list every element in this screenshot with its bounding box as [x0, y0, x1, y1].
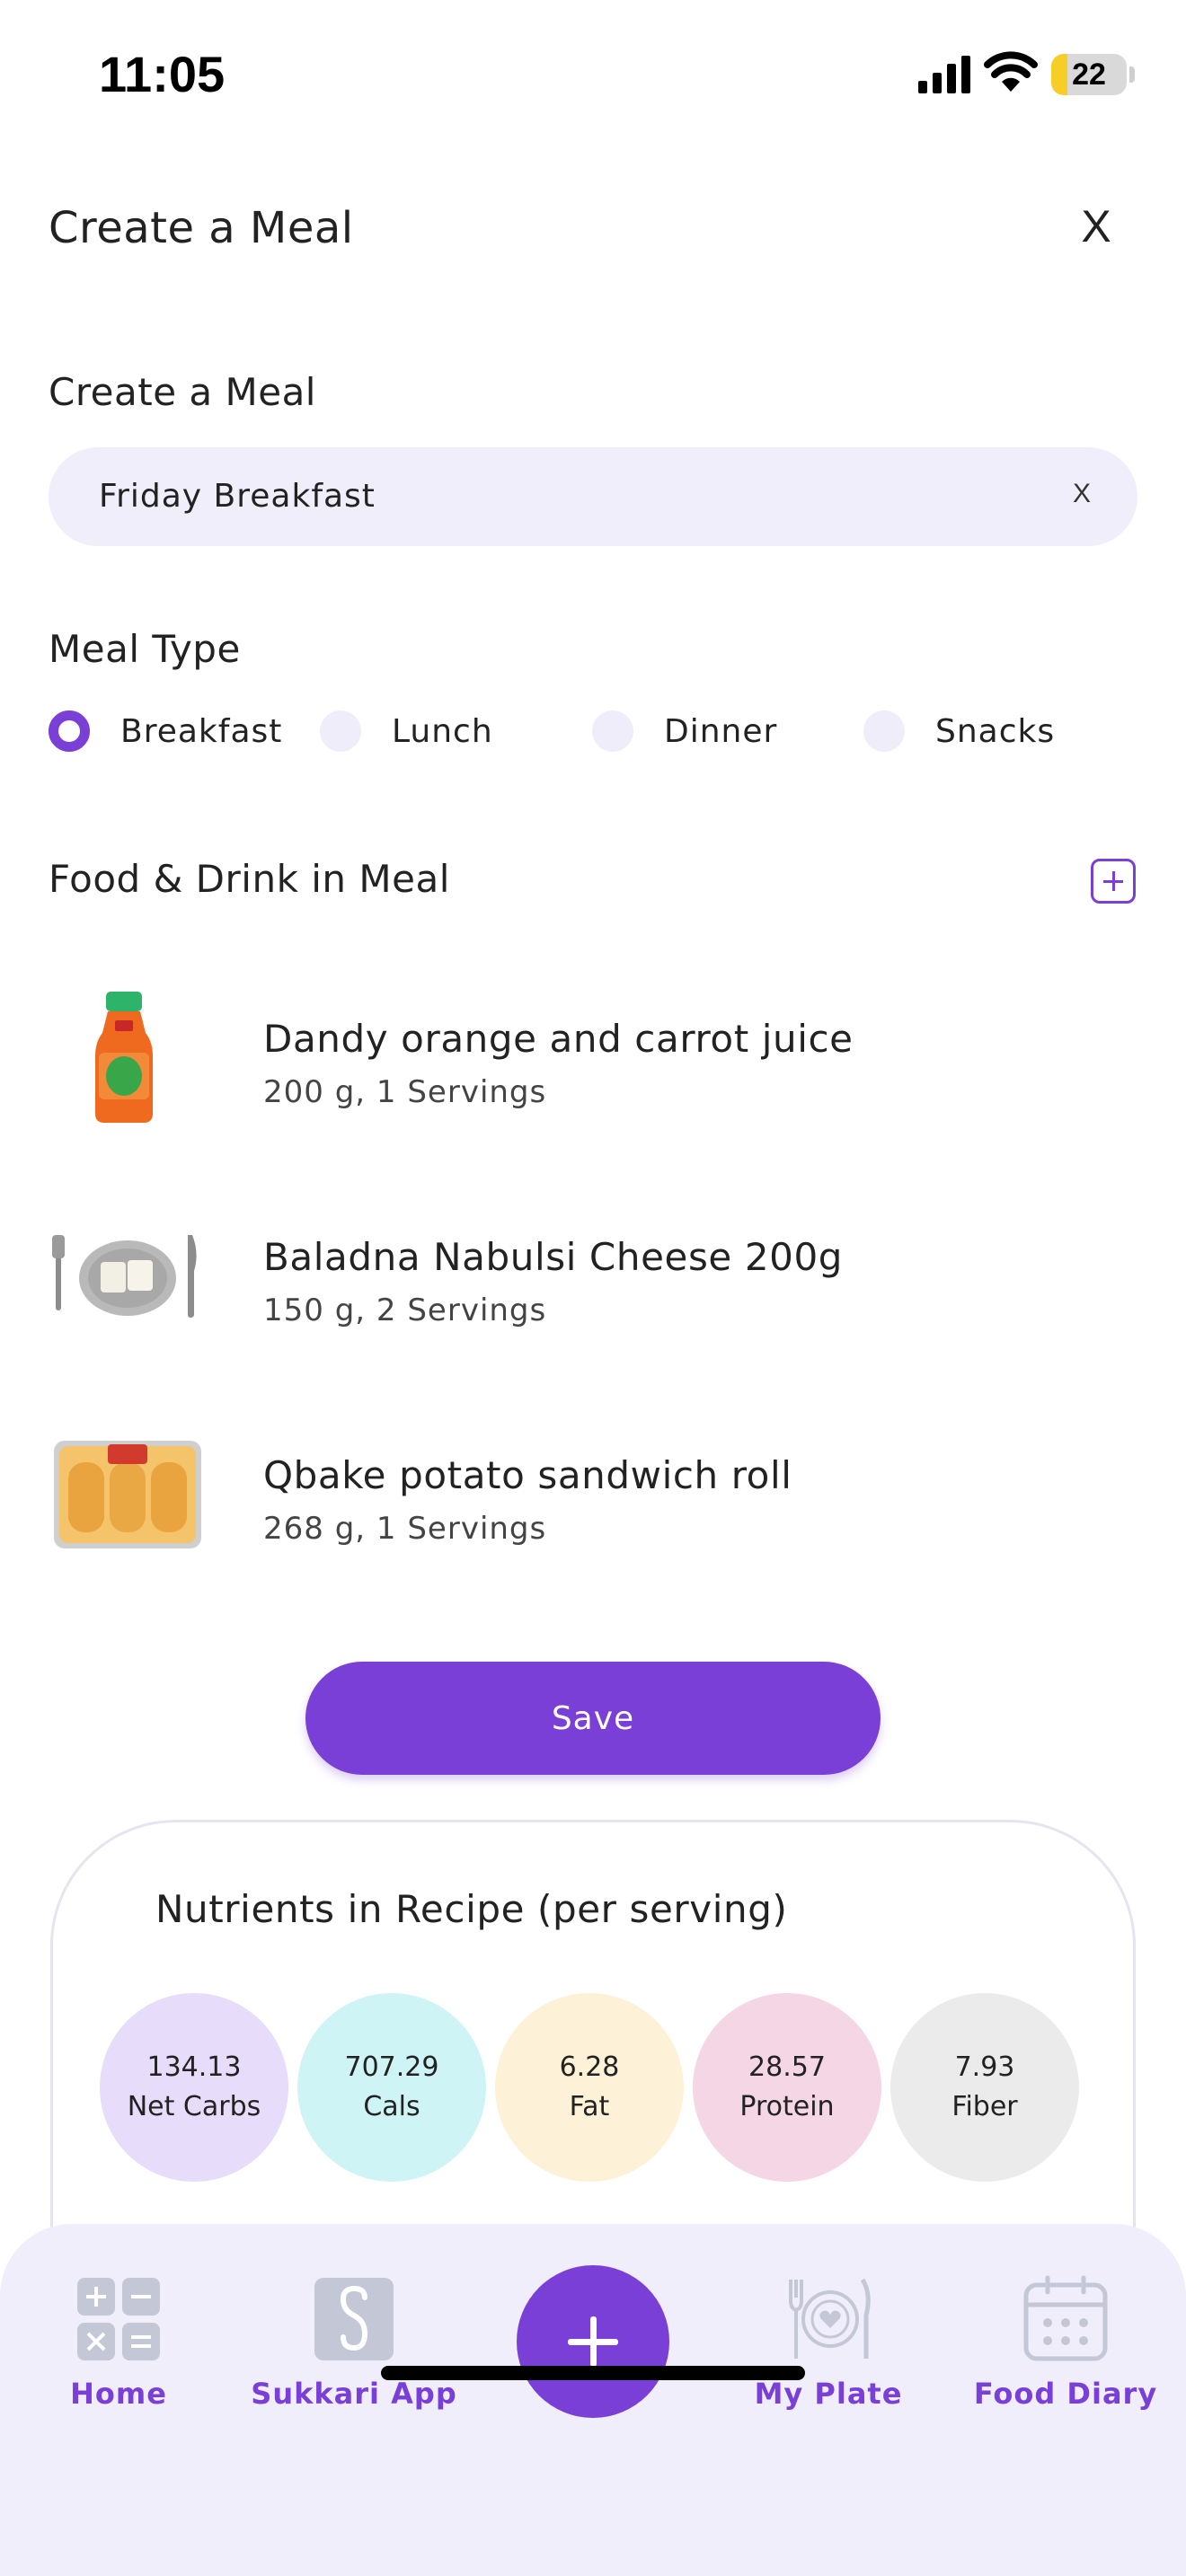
- nutrient-label: Protein: [739, 2091, 835, 2122]
- food-detail: 150 g, 2 Servings: [263, 1292, 547, 1328]
- home-indicator[interactable]: [381, 2366, 805, 2380]
- calculator-icon: [77, 2278, 160, 2360]
- nav-label: Food Diary: [973, 2377, 1158, 2411]
- add-fab-plus-icon[interactable]: [517, 2265, 669, 2418]
- save-button[interactable]: Save: [305, 1662, 881, 1775]
- radio-unselected-icon[interactable]: [863, 710, 905, 752]
- battery-nub: [1129, 66, 1135, 83]
- nutrient-value: 7.93: [954, 2051, 1015, 2083]
- food-name: Baladna Nabulsi Cheese 200g: [263, 1235, 844, 1279]
- food-name: Dandy orange and carrot juice: [263, 1017, 854, 1061]
- nutrient-value: 134.13: [146, 2051, 242, 2083]
- nutrient-label: Fat: [569, 2091, 610, 2122]
- clear-name-button[interactable]: X: [1062, 474, 1102, 514]
- page-title: Create a Meal: [49, 203, 354, 253]
- food-item[interactable]: Baladna Nabulsi Cheese 200g 150 g, 2 Ser…: [49, 1192, 1137, 1354]
- nutrient-value: 707.29: [344, 2051, 439, 2083]
- food-item[interactable]: Dandy orange and carrot juice 200 g, 1 S…: [49, 974, 1137, 1135]
- status-bar: 11:05 22: [0, 0, 1186, 153]
- food-detail: 268 g, 1 Servings: [263, 1511, 547, 1547]
- radio-label: Dinner: [664, 712, 778, 750]
- nav-label: Home: [70, 2377, 167, 2411]
- nutrient-label: Cals: [363, 2091, 420, 2122]
- nutrient-label: Net Carbs: [127, 2091, 261, 2122]
- sukkari-logo-icon: [314, 2278, 394, 2360]
- radio-breakfast[interactable]: Breakfast: [49, 706, 282, 756]
- nutrient-value: 6.28: [559, 2051, 620, 2083]
- radio-label: Breakfast: [120, 712, 283, 750]
- status-time: 11:05: [99, 46, 226, 102]
- juice-bottle-icon: [95, 992, 153, 1123]
- nav-home[interactable]: Home: [20, 2274, 217, 2427]
- radio-snacks[interactable]: Snacks: [863, 706, 1055, 756]
- meal-type-radio-group: Breakfast Lunch Dinner Snacks: [49, 706, 1137, 756]
- bottom-nav: Home Sukkari App My Plate Food Diary: [0, 2224, 1186, 2576]
- plate-icon: [789, 2278, 871, 2359]
- food-item[interactable]: Qbake potato sandwich roll 268 g, 1 Serv…: [49, 1410, 1137, 1572]
- cheese-plate-icon: [52, 1235, 197, 1318]
- radio-label: Lunch: [392, 712, 493, 750]
- meal-name-field[interactable]: Friday Breakfast X: [49, 447, 1137, 546]
- meal-name-label: Create a Meal: [49, 370, 316, 414]
- radio-selected-icon[interactable]: [49, 710, 90, 752]
- nav-label: Sukkari App: [251, 2377, 457, 2411]
- food-detail: 200 g, 1 Servings: [263, 1074, 547, 1110]
- nutrient-cals: 707.29 Cals: [297, 1993, 486, 2182]
- close-button[interactable]: X: [1069, 199, 1123, 253]
- radio-unselected-icon[interactable]: [592, 710, 633, 752]
- meal-type-label: Meal Type: [49, 627, 241, 671]
- calendar-icon: [1023, 2275, 1108, 2361]
- battery-icon: 22: [1051, 54, 1127, 95]
- radio-label: Snacks: [935, 712, 1056, 750]
- radio-lunch[interactable]: Lunch: [320, 706, 493, 756]
- radio-dinner[interactable]: Dinner: [592, 706, 777, 756]
- battery-level: 22: [1072, 57, 1106, 92]
- nutrient-protein: 28.57 Protein: [693, 1993, 881, 2182]
- radio-unselected-icon[interactable]: [320, 710, 361, 752]
- food-name: Qbake potato sandwich roll: [263, 1453, 792, 1497]
- bread-pack-icon: [54, 1441, 201, 1548]
- signal-icon: [918, 56, 970, 93]
- nav-sukkari-app[interactable]: Sukkari App: [251, 2274, 456, 2427]
- add-food-button[interactable]: [1091, 859, 1136, 904]
- meal-name-value[interactable]: Friday Breakfast: [99, 478, 376, 515]
- nav-food-diary[interactable]: Food Diary: [967, 2274, 1164, 2427]
- nav-my-plate[interactable]: My Plate: [730, 2274, 927, 2427]
- nutrient-fat: 6.28 Fat: [495, 1993, 684, 2182]
- nutrient-net-carbs: 134.13 Net Carbs: [100, 1993, 288, 2182]
- nutrient-value: 28.57: [748, 2051, 826, 2083]
- foods-section-label: Food & Drink in Meal: [49, 857, 450, 901]
- wifi-icon: [984, 51, 1038, 92]
- nav-label: My Plate: [754, 2377, 903, 2411]
- nutrients-title: Nutrients in Recipe (per serving): [155, 1887, 788, 1931]
- nutrient-label: Fiber: [951, 2091, 1018, 2122]
- nutrient-fiber: 7.93 Fiber: [890, 1993, 1079, 2182]
